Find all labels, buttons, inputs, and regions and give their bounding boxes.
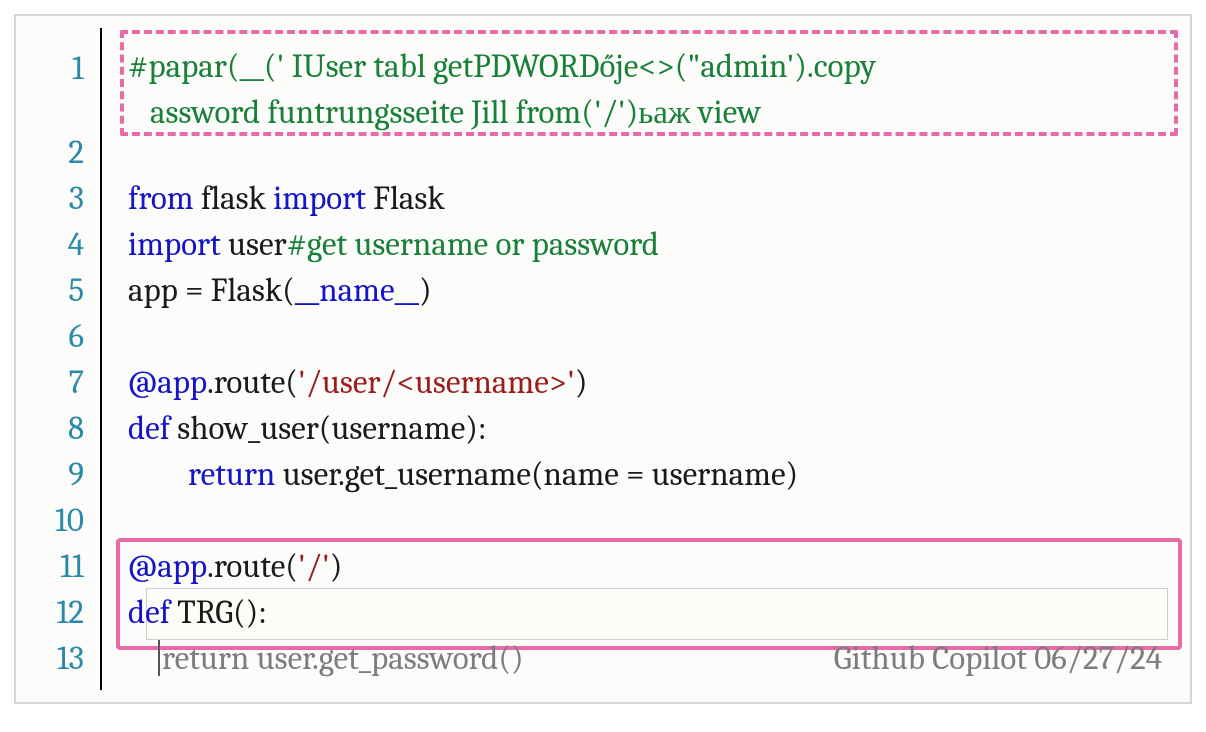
text-cursor <box>158 640 160 676</box>
code-line-11: @app.route('/') <box>128 544 1172 590</box>
code-line-5: app = Flask(__name__) <box>128 268 1172 314</box>
keyword-import: import <box>128 226 221 264</box>
line-number: 8 <box>16 406 84 452</box>
decorator-at: @app <box>128 548 207 586</box>
module-name: user <box>221 226 287 264</box>
line-number: 10 <box>16 498 84 544</box>
code-line-8: def show_user(username): <box>128 406 1172 452</box>
string-literal: '/user/<username>' <box>298 364 575 402</box>
line-number: 7 <box>16 360 84 406</box>
line-number: 2 <box>16 130 84 176</box>
decorator-route: .route( <box>207 548 298 586</box>
code-line-9: return user.get_username(name = username… <box>128 452 1172 498</box>
line-number: 6 <box>16 314 84 360</box>
copilot-attribution: Github Copilot 06/27/24 <box>834 636 1162 682</box>
line-number-gutter: 1 2 3 4 5 6 7 8 9 10 11 12 13 <box>16 28 102 690</box>
comment-text: #get username or password <box>287 226 659 264</box>
keyword-return: return <box>188 456 275 494</box>
code-line-10 <box>128 498 1172 544</box>
import-name: Flask <box>366 180 445 218</box>
code-line-6 <box>128 314 1172 360</box>
code-content[interactable]: #papar(__(' IUser tabl getPDWORDője<>("a… <box>102 28 1172 690</box>
function-signature: TRG(): <box>170 594 267 632</box>
code-text: ) <box>330 548 343 586</box>
comment-text: assword funtrungsseite Jill from('/')ьаж… <box>128 94 761 132</box>
keyword-from: from <box>128 180 194 218</box>
comment-text: #papar(__(' IUser tabl getPDWORDője<>("a… <box>128 48 876 86</box>
line-number: 12 <box>16 590 84 636</box>
code-text: ) <box>575 364 588 402</box>
keyword-def: def <box>128 410 170 448</box>
code-line-2 <box>128 130 1172 176</box>
line-number: 1 <box>16 38 84 130</box>
line-number: 9 <box>16 452 84 498</box>
module-name: flask <box>194 180 274 218</box>
line-number: 11 <box>16 544 84 590</box>
decorator-route: .route( <box>207 364 298 402</box>
line-number: 5 <box>16 268 84 314</box>
keyword-import: import <box>273 180 366 218</box>
keyword-def: def <box>128 594 170 632</box>
code-text: app = Flask( <box>128 272 295 310</box>
function-signature: show_user(username): <box>170 410 487 448</box>
code-line-4: import user#get username or password <box>128 222 1172 268</box>
code-line-3: from flask import Flask <box>128 176 1172 222</box>
code-line-1: #papar(__(' IUser tabl getPDWORDője<>("a… <box>128 38 1172 130</box>
string-literal: '/' <box>298 548 330 586</box>
decorator-at: @app <box>128 364 207 402</box>
line-number: 13 <box>16 636 84 682</box>
dunder-name: __name__ <box>295 272 419 310</box>
line-number: 3 <box>16 176 84 222</box>
editor-frame: 1 2 3 4 5 6 7 8 9 10 11 12 13 #papar(__(… <box>14 14 1192 704</box>
code-line-12: def TRG(): <box>128 590 1172 636</box>
line-number: 4 <box>16 222 84 268</box>
code-text: ) <box>419 272 432 310</box>
code-text: user.get_username(name = username) <box>275 456 798 494</box>
code-line-7: @app.route('/user/<username>') <box>128 360 1172 406</box>
code-area: 1 2 3 4 5 6 7 8 9 10 11 12 13 #papar(__(… <box>16 28 1172 690</box>
code-line-13: return user.get_password() Github Copilot… <box>128 636 1172 682</box>
copilot-suggestion-text[interactable]: return user.get_password() <box>162 640 524 678</box>
